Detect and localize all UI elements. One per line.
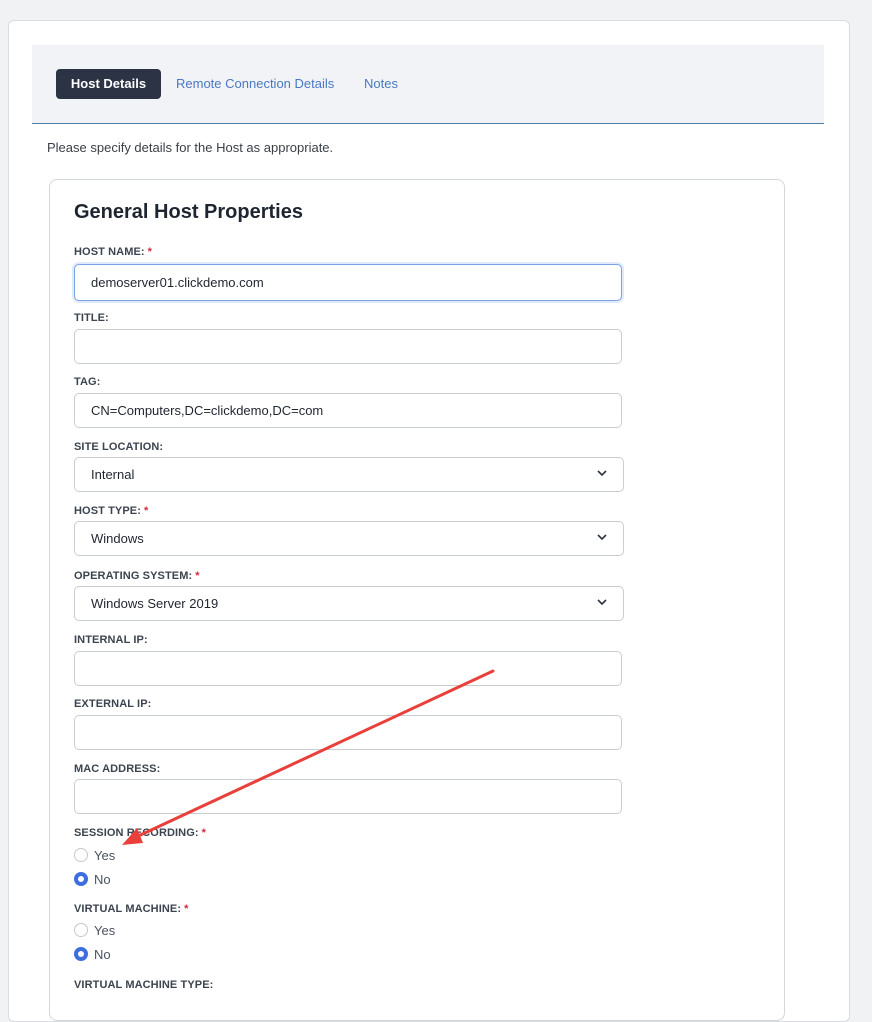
host-type-select[interactable]: Windows (74, 521, 624, 556)
title-input[interactable] (74, 329, 622, 364)
session-recording-no-option[interactable]: No (74, 870, 111, 888)
session-recording-no-radio[interactable] (74, 872, 88, 886)
site-location-select[interactable]: Internal (74, 457, 624, 492)
required-marker: * (201, 827, 207, 839)
session-recording-yes-option[interactable]: Yes (74, 846, 115, 864)
tab-bar: Host Details Remote Connection Details N… (32, 45, 824, 124)
required-marker: * (184, 903, 189, 915)
tab-notes[interactable]: Notes (364, 69, 398, 99)
virtual-machine-no-option[interactable]: No (74, 945, 111, 963)
session-recording-yes-radio[interactable] (74, 848, 88, 862)
host-name-label: HOST NAME: * (74, 246, 153, 258)
tab-host-details[interactable]: Host Details (56, 69, 161, 99)
mac-address-input[interactable] (74, 779, 622, 814)
virtual-machine-no-label: No (94, 946, 111, 962)
mac-address-label: MAC ADDRESS: (74, 763, 161, 775)
external-ip-input[interactable] (74, 715, 622, 750)
external-ip-label: EXTERNAL IP: (74, 698, 152, 710)
tab-remote-connection-details[interactable]: Remote Connection Details (176, 69, 334, 99)
chevron-down-icon (597, 534, 607, 541)
operating-system-value: Windows Server 2019 (91, 596, 219, 611)
required-marker: * (195, 570, 200, 582)
session-recording-yes-label: Yes (94, 847, 116, 863)
required-marker: * (144, 505, 149, 517)
internal-ip-label: INTERNAL IP: (74, 634, 148, 646)
chevron-down-icon (597, 470, 607, 477)
tag-input[interactable] (74, 393, 622, 428)
host-name-input[interactable] (74, 264, 622, 301)
intro-text: Please specify details for the Host as a… (47, 140, 334, 155)
internal-ip-input[interactable] (74, 651, 622, 686)
title-label: TITLE: (74, 312, 109, 324)
chevron-down-icon (597, 599, 607, 606)
operating-system-select[interactable]: Windows Server 2019 (74, 586, 624, 621)
virtual-machine-type-label: VIRTUAL MACHINE TYPE: (74, 979, 214, 991)
session-recording-label: SESSION RECORDING: * (74, 827, 207, 839)
tag-label: TAG: (74, 376, 101, 388)
required-marker: * (147, 246, 153, 258)
operating-system-label: OPERATING SYSTEM: * (74, 570, 200, 582)
virtual-machine-yes-option[interactable]: Yes (74, 921, 115, 939)
virtual-machine-label: VIRTUAL MACHINE: * (74, 903, 189, 915)
virtual-machine-yes-label: Yes (94, 922, 116, 938)
virtual-machine-yes-radio[interactable] (74, 923, 88, 937)
card-title: General Host Properties (74, 201, 303, 223)
virtual-machine-no-radio[interactable] (74, 947, 88, 961)
session-recording-no-label: No (94, 871, 111, 887)
site-location-value: Internal (91, 467, 135, 482)
site-location-label: SITE LOCATION: (74, 441, 164, 453)
host-type-value: Windows (91, 531, 144, 546)
host-type-label: HOST TYPE: * (74, 505, 149, 517)
